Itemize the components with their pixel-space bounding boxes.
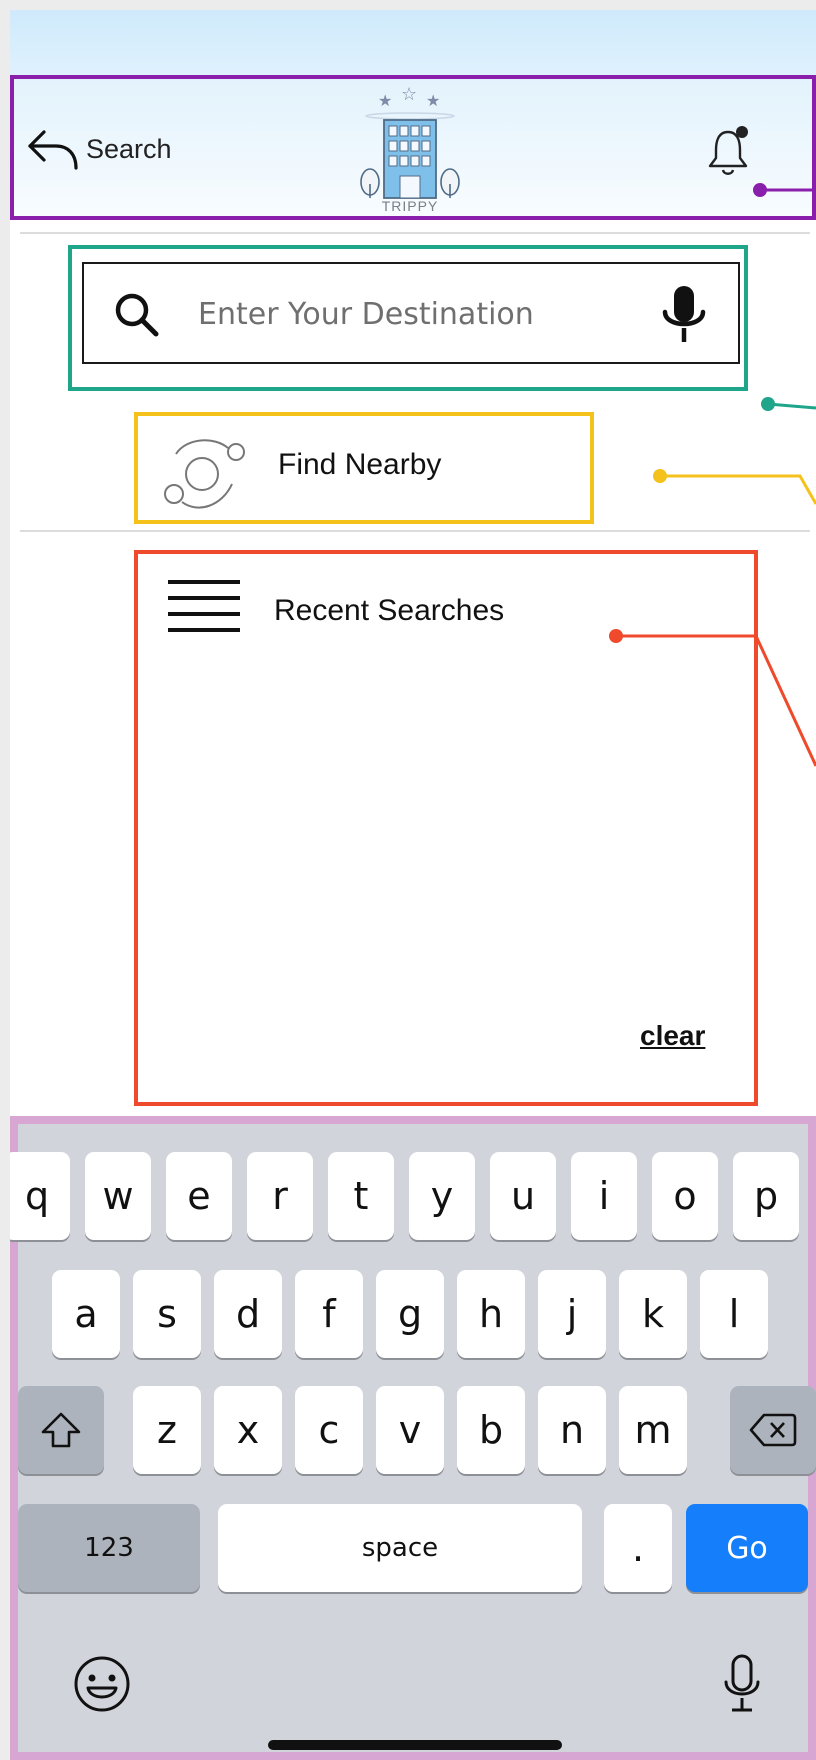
- key-c[interactable]: c: [295, 1386, 363, 1474]
- key-o[interactable]: o: [652, 1152, 718, 1240]
- shift-icon: [41, 1412, 81, 1448]
- phone-screen: Search ★ ☆ ★ TRIPPY Enter Your Destinati…: [10, 10, 816, 1760]
- key-y[interactable]: y: [409, 1152, 475, 1240]
- key-d[interactable]: d: [214, 1270, 282, 1358]
- backspace-icon: [749, 1413, 797, 1447]
- key-e[interactable]: e: [166, 1152, 232, 1240]
- key-u[interactable]: u: [490, 1152, 556, 1240]
- period-key[interactable]: .: [604, 1504, 672, 1592]
- key-m[interactable]: m: [619, 1386, 687, 1474]
- key-w[interactable]: w: [85, 1152, 151, 1240]
- key-x[interactable]: x: [214, 1386, 282, 1474]
- key-t[interactable]: t: [328, 1152, 394, 1240]
- key-v[interactable]: v: [376, 1386, 444, 1474]
- key-a[interactable]: a: [52, 1270, 120, 1358]
- key-p[interactable]: p: [733, 1152, 799, 1240]
- on-screen-keyboard: qwertyuiop asdfghjkl zxcvbnm 123 space .…: [10, 1124, 816, 1752]
- numbers-key[interactable]: 123: [18, 1504, 200, 1592]
- shift-key[interactable]: [18, 1386, 104, 1474]
- key-b[interactable]: b: [457, 1386, 525, 1474]
- key-s[interactable]: s: [133, 1270, 201, 1358]
- callout-purple: [753, 183, 816, 197]
- callout-teal: [761, 397, 816, 411]
- go-key[interactable]: Go: [686, 1504, 808, 1592]
- emoji-icon[interactable]: [72, 1654, 132, 1714]
- space-key[interactable]: space: [218, 1504, 582, 1592]
- key-r[interactable]: r: [247, 1152, 313, 1240]
- key-z[interactable]: z: [133, 1386, 201, 1474]
- key-q[interactable]: q: [10, 1152, 70, 1240]
- key-k[interactable]: k: [619, 1270, 687, 1358]
- callout-yellow: [653, 469, 816, 505]
- key-j[interactable]: j: [538, 1270, 606, 1358]
- key-i[interactable]: i: [571, 1152, 637, 1240]
- key-g[interactable]: g: [376, 1270, 444, 1358]
- backspace-key[interactable]: [730, 1386, 816, 1474]
- key-n[interactable]: n: [538, 1386, 606, 1474]
- key-f[interactable]: f: [295, 1270, 363, 1358]
- key-l[interactable]: l: [700, 1270, 768, 1358]
- callout-orange: [609, 629, 816, 767]
- dictation-mic-icon[interactable]: [720, 1652, 764, 1716]
- home-indicator: [268, 1740, 562, 1750]
- key-h[interactable]: h: [457, 1270, 525, 1358]
